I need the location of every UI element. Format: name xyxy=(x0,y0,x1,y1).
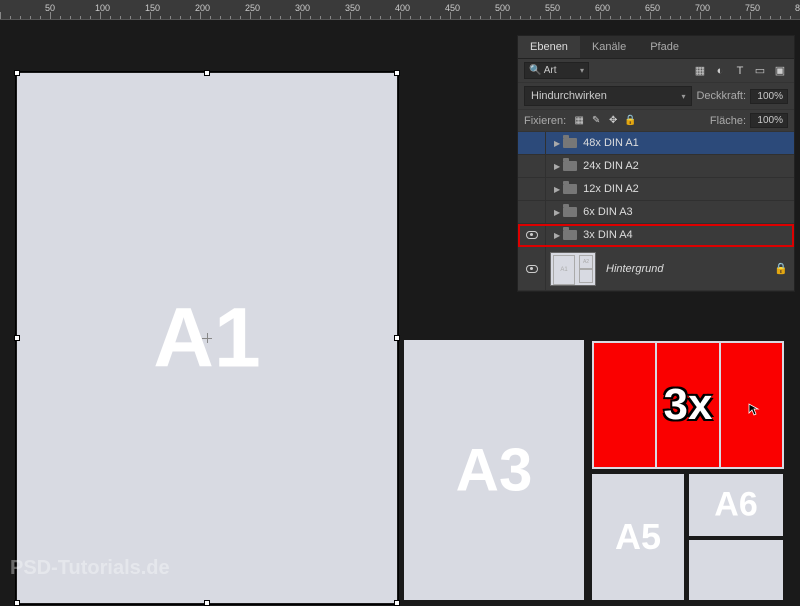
a6-label: A6 xyxy=(714,486,757,525)
filter-row: 🔍 Art▾ ▦ ◐ T ▭ ▣ xyxy=(518,59,794,83)
lock-label: Fixieren: xyxy=(524,115,566,127)
blend-row: Hindurchwirken▾ Deckkraft: 100% xyxy=(518,83,794,110)
disclosure-arrow-icon[interactable]: ▶ xyxy=(546,162,563,171)
eye-icon xyxy=(526,265,538,273)
fill-label: Fläche: xyxy=(710,115,746,127)
ruler-label: 700 xyxy=(695,3,710,13)
transform-handle-s[interactable] xyxy=(204,600,210,606)
layer-name: Hintergrund xyxy=(606,263,663,275)
a6-artboard-blank xyxy=(689,540,783,600)
ruler-label: 200 xyxy=(195,3,210,13)
filter-text-icon[interactable]: T xyxy=(732,63,748,79)
layer-row[interactable]: ▶ 48x DIN A1 xyxy=(518,132,794,155)
layer-name: 48x DIN A1 xyxy=(583,137,639,149)
transform-handle-sw[interactable] xyxy=(14,600,20,606)
a4-slice xyxy=(594,343,655,467)
layer-row[interactable]: ▶ 3x DIN A4 xyxy=(518,224,794,247)
ruler-label: 250 xyxy=(245,3,260,13)
visibility-toggle[interactable] xyxy=(518,155,546,177)
lock-icon: 🔒 xyxy=(774,262,788,275)
disclosure-arrow-icon[interactable]: ▶ xyxy=(546,208,563,217)
lock-all-icon[interactable]: 🔒 xyxy=(623,114,637,128)
a6-artboard: A6 xyxy=(689,474,783,536)
folder-icon xyxy=(563,138,577,148)
filter-shape-icon[interactable]: ▭ xyxy=(752,63,768,79)
opacity-input[interactable]: 100% xyxy=(750,89,788,104)
folder-icon xyxy=(563,230,577,240)
transform-handle-n[interactable] xyxy=(204,70,210,76)
filter-label: Art xyxy=(544,65,557,76)
tab-paths[interactable]: Pfade xyxy=(638,36,691,58)
layers-panel: Ebenen Kanäle Pfade 🔍 Art▾ ▦ ◐ T ▭ ▣ Hin… xyxy=(517,35,795,292)
layer-name: 12x DIN A2 xyxy=(583,183,639,195)
ruler-label: 300 xyxy=(295,3,310,13)
ruler-label: 150 xyxy=(145,3,160,13)
lock-row: Fixieren: ▦ ✎ ✥ 🔒 Fläche: 100% xyxy=(518,110,794,132)
lock-pixels-icon[interactable]: ✎ xyxy=(589,114,603,128)
transform-handle-nw[interactable] xyxy=(14,70,20,76)
ruler-label: 100 xyxy=(95,3,110,13)
tab-layers[interactable]: Ebenen xyxy=(518,36,580,58)
layer-row[interactable]: ▶ 12x DIN A2 xyxy=(518,178,794,201)
layer-name: 6x DIN A3 xyxy=(583,206,633,218)
filter-pixel-icon[interactable]: ▦ xyxy=(692,63,708,79)
folder-icon xyxy=(563,207,577,217)
a3-artboard: A3 xyxy=(404,340,584,600)
blend-mode-select[interactable]: Hindurchwirken▾ xyxy=(524,86,692,106)
filter-adjustment-icon[interactable]: ◐ xyxy=(712,63,728,79)
ruler-label: 550 xyxy=(545,3,560,13)
visibility-toggle[interactable] xyxy=(518,201,546,223)
opacity-label: Deckkraft: xyxy=(696,90,746,102)
visibility-toggle[interactable] xyxy=(518,247,546,290)
ruler-label: 750 xyxy=(745,3,760,13)
layer-row-background[interactable]: A1A2 Hintergrund 🔒 xyxy=(518,247,794,291)
layer-list: ▶ 48x DIN A1 ▶ 24x DIN A2 ▶ 12x DIN A2 ▶ 6x DIN… xyxy=(518,132,794,247)
visibility-toggle[interactable] xyxy=(518,178,546,200)
ruler-label: 400 xyxy=(395,3,410,13)
lock-position-icon[interactable]: ✥ xyxy=(606,114,620,128)
layer-name: 3x DIN A4 xyxy=(583,229,633,241)
folder-icon xyxy=(563,184,577,194)
layer-thumbnail[interactable]: A1A2 xyxy=(550,252,596,286)
transform-handle-ne[interactable] xyxy=(394,70,400,76)
layer-name: 24x DIN A2 xyxy=(583,160,639,172)
lock-transparent-icon[interactable]: ▦ xyxy=(572,114,586,128)
tab-channels[interactable]: Kanäle xyxy=(580,36,638,58)
ruler-label: 450 xyxy=(445,3,460,13)
layer-row[interactable]: ▶ 6x DIN A3 xyxy=(518,201,794,224)
layer-row[interactable]: ▶ 24x DIN A2 xyxy=(518,155,794,178)
blend-mode-label: Hindurchwirken xyxy=(531,90,607,102)
a5-artboard: A5 xyxy=(592,474,684,600)
disclosure-arrow-icon[interactable]: ▶ xyxy=(546,185,563,194)
eye-icon xyxy=(526,231,538,239)
move-cursor-icon xyxy=(748,403,762,417)
panel-tabs: Ebenen Kanäle Pfade xyxy=(518,36,794,59)
ruler-label: 650 xyxy=(645,3,660,13)
ruler-label: 500 xyxy=(495,3,510,13)
a3-label: A3 xyxy=(456,436,533,505)
transform-handle-se[interactable] xyxy=(394,600,400,606)
transform-handle-e[interactable] xyxy=(394,335,400,341)
disclosure-arrow-icon[interactable]: ▶ xyxy=(546,231,563,240)
horizontal-ruler: 0501001502002503003504004505005506006507… xyxy=(0,0,800,20)
watermark: PSD-Tutorials.de xyxy=(10,557,170,580)
visibility-toggle[interactable] xyxy=(518,224,546,246)
three-x-label: 3x xyxy=(664,380,713,430)
fill-input[interactable]: 100% xyxy=(750,113,788,128)
layer-filter-select[interactable]: 🔍 Art▾ xyxy=(524,62,589,79)
visibility-toggle[interactable] xyxy=(518,132,546,154)
a1-artboard[interactable]: A1 xyxy=(17,73,397,603)
a5-label: A5 xyxy=(615,516,661,558)
transform-handle-w[interactable] xyxy=(14,335,20,341)
filter-smart-icon[interactable]: ▣ xyxy=(772,63,788,79)
ruler-label: 350 xyxy=(345,3,360,13)
ruler-label: 600 xyxy=(595,3,610,13)
disclosure-arrow-icon[interactable]: ▶ xyxy=(546,139,563,148)
folder-icon xyxy=(563,161,577,171)
